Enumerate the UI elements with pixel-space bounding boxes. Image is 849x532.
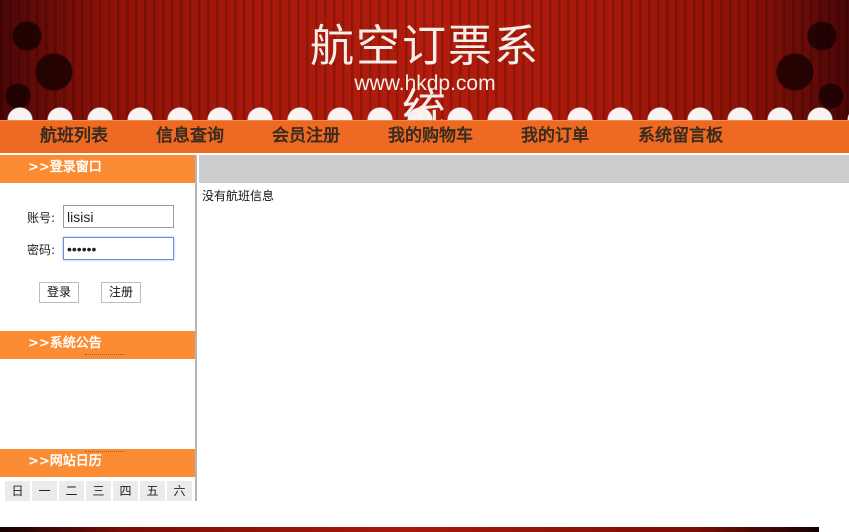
calendar-panel-title: >>网站日历 (0, 449, 195, 477)
register-button[interactable]: 注册 (101, 282, 142, 303)
nav-flight-list[interactable]: 航班列表 (40, 121, 108, 154)
calendar-weekday: 三 (86, 481, 111, 501)
calendar-weekday: 四 (113, 481, 138, 501)
calendar-panel-title-text: >>网站日历 (28, 454, 102, 469)
calendar-weekday: 二 (59, 481, 84, 501)
account-label: 账号: (27, 211, 56, 225)
nav-info-query[interactable]: 信息查询 (156, 121, 224, 154)
header-banner: 航空订票系统 www.hkdp.com (0, 0, 849, 120)
nav-shopping-cart[interactable]: 我的购物车 (388, 121, 473, 154)
dotted-divider (85, 451, 125, 452)
calendar-weekday: 一 (32, 481, 57, 501)
login-button[interactable]: 登录 (39, 282, 80, 303)
calendar-weekday: 五 (140, 481, 165, 501)
dotted-divider (85, 354, 125, 355)
site-url: www.hkdp.com (354, 72, 496, 95)
left-sidebar: >>登录窗口 账号: 密码: 登录 注册 >>系统公告 >>网站日历 日 一 二… (0, 155, 195, 501)
calendar-weekday: 日 (5, 481, 30, 501)
empty-flight-message: 没有航班信息 (202, 189, 275, 203)
footer-banner-strip (0, 527, 819, 532)
main-nav: 航班列表 信息查询 会员注册 我的购物车 我的订单 系统留言板 (0, 120, 849, 153)
notice-panel-title: >>系统公告 (0, 331, 195, 359)
login-panel-title-text: >>登录窗口 (28, 160, 102, 175)
content-header-bar (199, 155, 849, 183)
password-input[interactable] (63, 237, 174, 260)
password-label: 密码: (27, 243, 56, 257)
sidebar-divider (195, 155, 197, 501)
calendar-weekday-row: 日 一 二 三 四 五 六 (5, 481, 192, 501)
notice-panel-title-text: >>系统公告 (28, 336, 102, 351)
nav-message-board[interactable]: 系统留言板 (638, 121, 723, 154)
calendar-weekday: 六 (167, 481, 192, 501)
password-row: 密码: (0, 237, 195, 261)
site-title: 航空订票系统 (310, 21, 540, 120)
nav-my-orders[interactable]: 我的订单 (521, 121, 589, 154)
account-input[interactable] (63, 205, 174, 228)
account-row: 账号: (0, 205, 195, 229)
nav-member-register[interactable]: 会员注册 (272, 121, 340, 154)
login-panel-title: >>登录窗口 (0, 155, 195, 183)
